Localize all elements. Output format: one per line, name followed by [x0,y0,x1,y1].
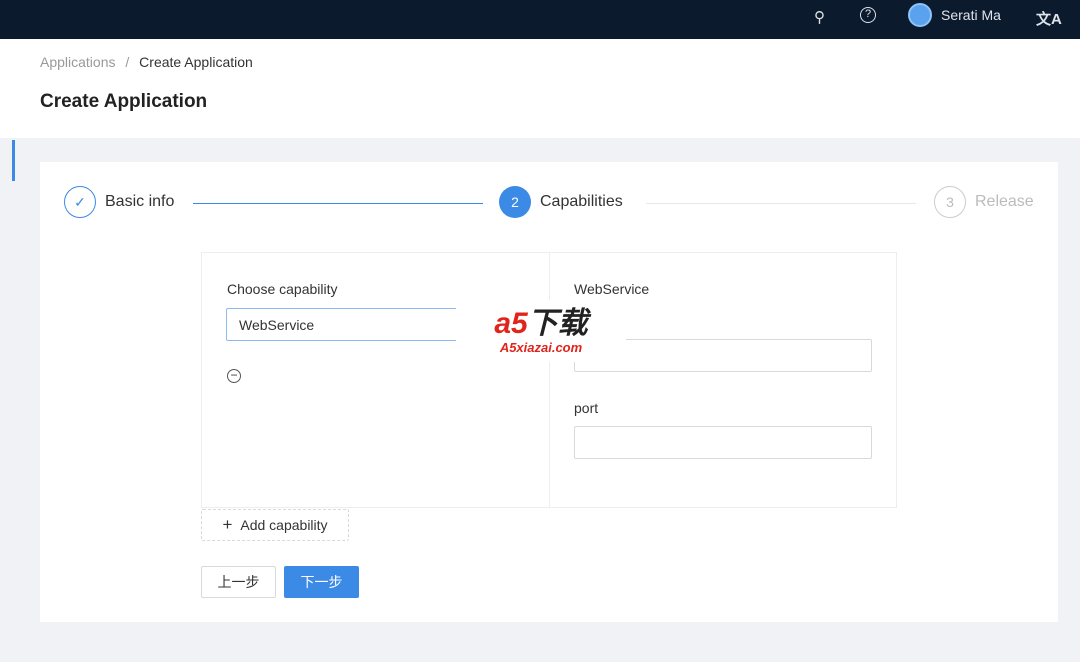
choose-capability-label: Choose capability [227,281,338,297]
page-title: Create Application [40,91,208,112]
check-icon: ✓ [64,186,96,218]
previous-button[interactable]: 上一步 [201,566,276,598]
step-release: 3 Release [934,186,1034,218]
remove-icon[interactable]: − [227,369,241,383]
avatar[interactable] [908,3,932,27]
watermark-logo: a5下载 A5xiazai.com [456,300,626,362]
port-label: port [574,400,599,416]
breadcrumb: Applications / Create Application [40,54,253,70]
breadcrumb-applications[interactable]: Applications [40,54,116,70]
page-header: Applications / Create Application Create… [0,39,1080,138]
step-number: 3 [934,186,966,218]
port-input[interactable] [574,426,872,459]
next-button[interactable]: 下一步 [284,566,359,598]
translate-icon[interactable]: 文A [1036,8,1062,29]
user-name[interactable]: Serati Ma [941,7,1001,23]
step-label: Capabilities [540,193,623,210]
top-bar: ⚲ ? Serati Ma 文A [0,0,1080,39]
capability-list: Choose capability WebService − [202,253,550,507]
add-capability-label: Add capability [240,517,328,533]
capability-select[interactable]: WebService [226,308,486,341]
capability-panel: Choose capability WebService − WebServic… [201,252,897,508]
capability-config: WebService port [550,253,896,507]
step-basic-info: ✓ Basic info [64,186,174,218]
step-label: Basic info [105,193,175,210]
form-card: ✓ Basic info 2 Capabilities 3 Release Ch… [40,162,1058,622]
help-icon[interactable]: ? [860,7,876,23]
step-connector [646,203,916,204]
search-icon[interactable]: ⚲ [814,8,825,26]
plus-icon: + [222,515,233,534]
breadcrumb-current: Create Application [139,54,253,70]
step-number: 2 [499,186,531,218]
config-title: WebService [574,281,650,297]
add-capability-button[interactable]: + Add capability [201,509,349,541]
step-label: Release [975,193,1034,210]
breadcrumb-separator: / [125,54,130,70]
sidebar-indicator [12,140,15,181]
step-connector [193,203,483,204]
step-capabilities: 2 Capabilities [499,186,623,218]
